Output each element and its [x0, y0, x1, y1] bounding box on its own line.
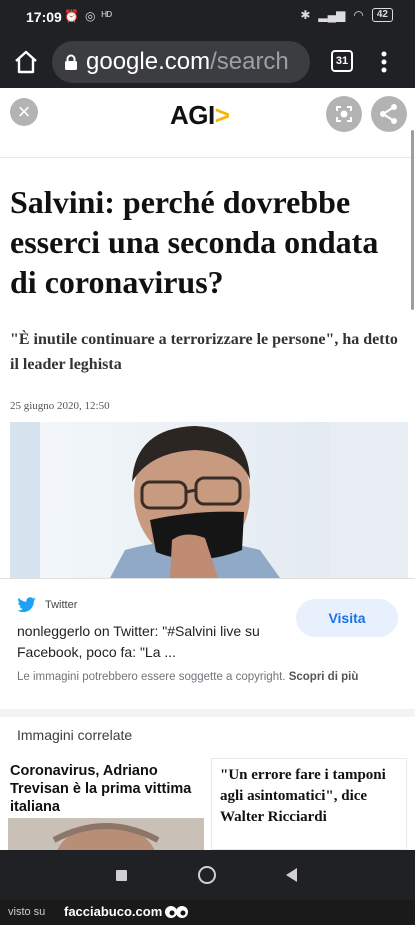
status-time: 17:09 — [26, 9, 62, 25]
signal-icon: ▂▄▆ — [318, 8, 346, 22]
result-source-label: Twitter — [45, 599, 78, 611]
scrollbar[interactable] — [411, 130, 414, 310]
data-saver-icon: ◎ — [84, 9, 96, 23]
related-image-1-photo — [8, 818, 204, 850]
visit-button[interactable]: Visita — [296, 599, 398, 637]
copyright-text: Le immagini potrebbero essere soggette a… — [17, 671, 286, 683]
watermark-prefix: visto su — [8, 906, 46, 918]
status-bar: 17:09 ⏰ ◎ ᴴᴰ ✱ ▂▄▆ ◠ 42 — [0, 0, 415, 36]
lens-button[interactable] — [326, 96, 362, 132]
article-photo[interactable] — [10, 422, 408, 578]
lens-icon — [336, 106, 352, 122]
watermark-site: facciabuco.com — [64, 904, 163, 919]
related-image-1[interactable]: Coronavirus, Adriano Trevisan è la prima… — [8, 758, 204, 850]
alarm-icon: ⏰ — [64, 9, 79, 23]
image-result-card: Twitter Visita nonleggerlo on Twitter: "… — [0, 578, 415, 708]
lock-icon — [65, 54, 77, 70]
system-navigation-bar — [0, 850, 415, 900]
site-header: × AGI> — [0, 88, 415, 158]
home-nav-icon[interactable] — [198, 866, 216, 884]
copyright-notice: Le immagini potrebbero essere soggette a… — [17, 669, 397, 686]
result-title[interactable]: nonleggerlo on Twitter: "#Salvini live s… — [17, 621, 279, 663]
bluetooth-icon: ✱ — [300, 8, 311, 22]
section-divider — [0, 709, 415, 717]
tab-switcher-button[interactable]: 31 — [331, 50, 353, 72]
related-images-heading: Immagini correlate — [17, 727, 133, 743]
logo-chevron: > — [214, 100, 230, 130]
related-image-2[interactable]: "Un errore fare i tamponi agli asintomat… — [211, 758, 407, 850]
browser-toolbar: google.com/search 31 — [0, 36, 415, 88]
article-subtitle: "È inutile continuare a terrorizzare le … — [10, 331, 398, 373]
share-button[interactable] — [371, 96, 407, 132]
article-title: Salvini: perché dovrebbe esserci una sec… — [10, 184, 379, 300]
man-with-mask-photo — [10, 422, 408, 578]
home-icon[interactable] — [12, 48, 40, 76]
watermark-bar: visto su facciabuco.com — [0, 900, 415, 925]
article-date: 25 giugno 2020, 12:50 — [10, 400, 110, 412]
result-source[interactable]: Twitter — [17, 597, 77, 613]
battery-icon: 42 — [371, 8, 393, 22]
logo-text: AGI — [170, 100, 215, 130]
learn-more-link[interactable]: Scopri di più — [289, 671, 359, 683]
twitter-icon — [17, 597, 36, 613]
url-domain: google.com — [86, 48, 211, 75]
related-image-1-caption: Coronavirus, Adriano Trevisan è la prima… — [10, 763, 192, 815]
close-icon[interactable]: × — [10, 98, 38, 126]
back-icon[interactable] — [286, 868, 297, 882]
hd-signal-icon: ᴴᴰ — [101, 9, 112, 23]
facciabuco-eyes-icon — [165, 906, 188, 918]
overflow-menu-icon[interactable] — [376, 48, 392, 76]
share-icon — [380, 104, 397, 124]
related-image-2-caption: "Un errore fare i tamponi agli asintomat… — [220, 767, 386, 825]
recents-icon[interactable] — [116, 870, 127, 881]
address-bar[interactable]: google.com/search — [52, 41, 310, 83]
url-path: /search — [210, 48, 289, 75]
agi-logo: AGI> — [170, 100, 230, 131]
wifi-icon: ◠ — [353, 8, 364, 22]
